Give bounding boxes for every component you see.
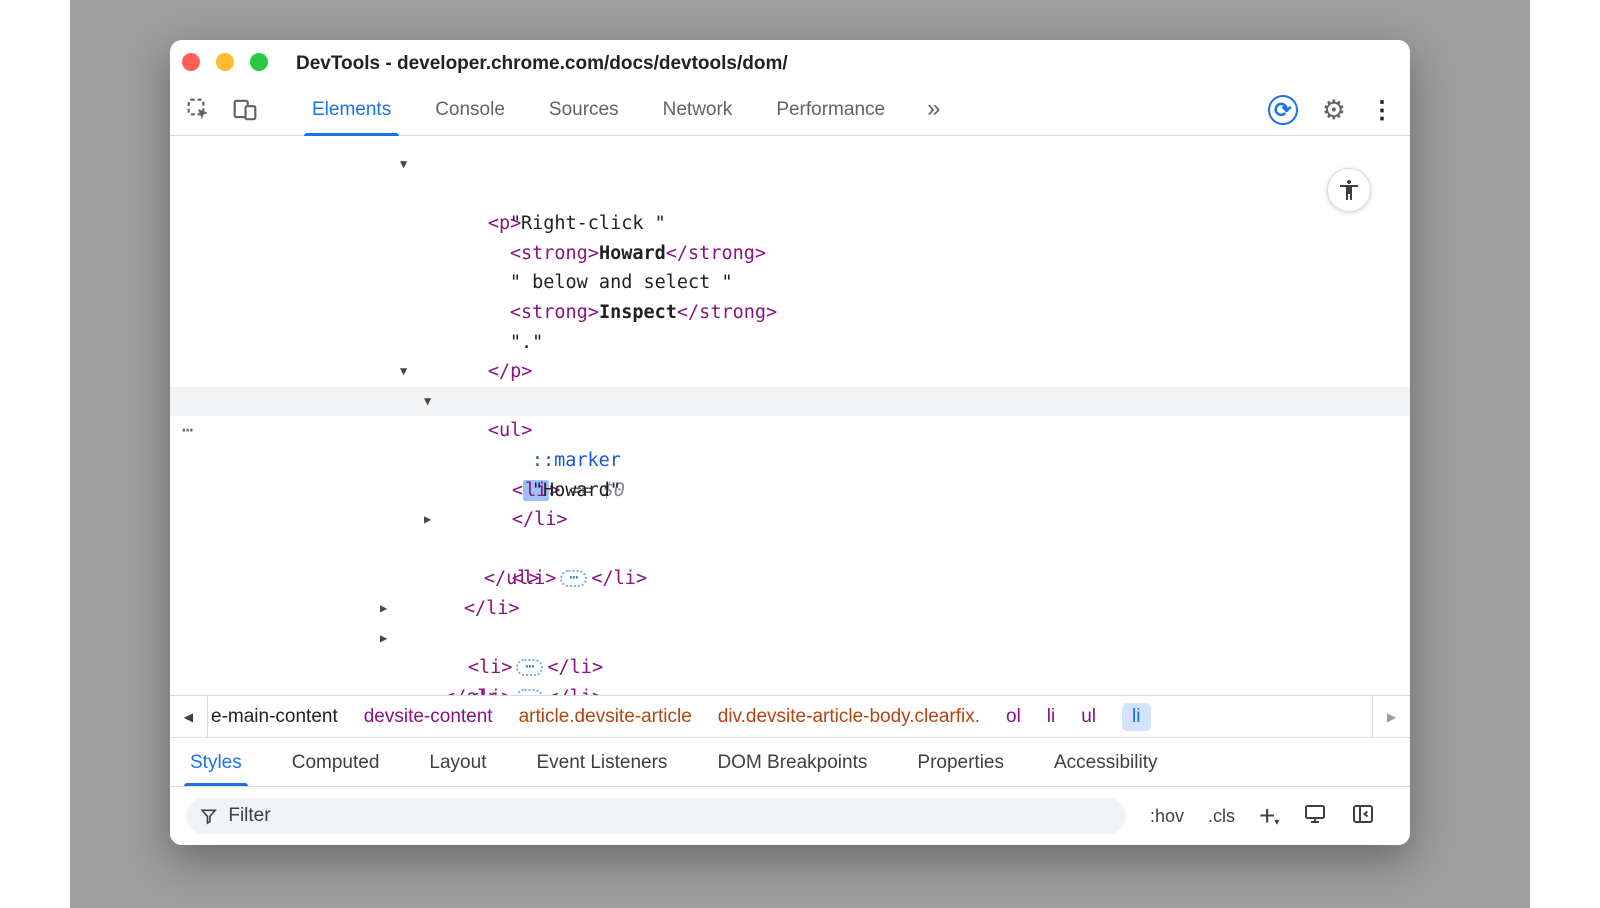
tag-token: </li> [547,687,603,695]
tab-event-listeners[interactable]: Event Listeners [534,738,669,786]
new-style-rule-button[interactable]: + ▾ [1259,804,1279,828]
inspect-element-icon[interactable] [186,97,212,123]
settings-gear-icon[interactable]: ⚙ [1322,95,1346,126]
disclosure-arrow-icon[interactable]: ▼ [400,357,407,387]
disclosure-arrow-icon[interactable]: ▶ [424,505,431,535]
tab-styles[interactable]: Styles [188,738,244,786]
tree-row-text[interactable]: "." [170,298,1410,328]
tab-network-label: Network [663,99,733,120]
tab-layout[interactable]: Layout [427,738,488,786]
breadcrumb-item[interactable]: li [1047,706,1055,728]
breadcrumb-item[interactable]: e-main-content [211,706,338,728]
tag-token: </ol> [444,687,500,695]
breadcrumb-item[interactable]: ul [1081,706,1096,728]
devtools-toolbar: Elements Console Sources Network Perform… [170,84,1410,136]
styles-filter-bar: :hov .cls + ▾ [170,786,1410,845]
accessibility-fab-button[interactable] [1327,168,1371,212]
tree-row-collapsed-li[interactable]: ▶ <li>⋯</li> [170,505,1410,535]
tree-row-ul-close[interactable]: </ul> [170,535,1410,565]
toggle-sidebar-icon[interactable] [1351,802,1375,831]
monitor-icon[interactable] [1303,802,1327,831]
tree-row-ul-open[interactable]: ▼ <ul> [170,357,1410,387]
tree-row-text[interactable]: " below and select " [170,239,1410,269]
breadcrumb-item-selected[interactable]: li [1122,703,1150,731]
element-classes-button[interactable]: .cls [1208,806,1235,827]
tree-row-marker[interactable]: ::marker [170,416,1410,446]
breadcrumb-list: e-main-content devsite-content article.d… [208,703,1372,731]
disclosure-arrow-icon[interactable]: ▶ [380,624,387,654]
tree-row-p-open[interactable]: ▼ <p> [170,150,1410,180]
caret-down-icon: ▾ [1274,817,1279,828]
tree-row-strong-inspect[interactable]: <strong>Inspect</strong> [170,268,1410,298]
breadcrumb-item[interactable]: div.devsite-article-body.clearfix. [718,706,980,728]
tree-row-ol-close[interactable]: </ol> [170,653,1410,683]
tree-row-collapsed-li[interactable]: ▶ <li>⋯</li> [170,624,1410,654]
breadcrumb-scroll-left-button[interactable]: ◀ [170,696,208,737]
tree-row-li-close[interactable]: </li> [170,564,1410,594]
tree-row-clipped[interactable]: ::marker [170,136,1410,150]
window-title: DevTools - developer.chrome.com/docs/dev… [296,40,788,84]
tab-accessibility[interactable]: Accessibility [1052,738,1159,786]
tree-row-strong-howard[interactable]: <strong>Howard</strong> [170,209,1410,239]
breadcrumb-item[interactable]: devsite-content [364,706,493,728]
tab-styles-label: Styles [190,752,242,773]
tab-performance-label: Performance [776,99,885,120]
tab-properties-label: Properties [917,752,1004,773]
tab-network[interactable]: Network [661,84,735,136]
tab-sources[interactable]: Sources [547,84,621,136]
tab-layout-label: Layout [429,752,486,773]
close-window-button[interactable] [182,53,200,71]
breadcrumb: ◀ e-main-content devsite-content article… [170,695,1410,737]
tree-row-collapsed-li[interactable]: ▶ <li>⋯</li> [170,594,1410,624]
tree-row-text[interactable]: "Howard" [170,446,1410,476]
dom-tree: ::marker ▼ <p> "Right-click " <strong>Ho… [170,136,1410,695]
tab-accessibility-label: Accessibility [1054,752,1157,773]
accessibility-person-icon [1337,178,1361,202]
toggle-element-state-button[interactable]: :hov [1150,806,1184,827]
disclosure-arrow-icon[interactable]: ▼ [424,387,431,417]
sidebar-tab-strip: Styles Computed Layout Event Listeners D… [170,737,1410,786]
maximize-window-button[interactable] [250,53,268,71]
tab-elements[interactable]: Elements [310,84,393,136]
tree-row-text[interactable]: "Right-click " [170,180,1410,210]
tab-console[interactable]: Console [433,84,507,136]
styles-pane-tools: :hov .cls + ▾ [1150,802,1375,831]
tab-console-label: Console [435,99,505,120]
tree-row-li-close[interactable]: </li> [170,476,1410,506]
plus-icon: + [1259,804,1275,828]
tree-row-selected-li[interactable]: ⋯ ▼ <li>==$0 [170,387,1410,417]
tab-dom-breakpoints[interactable]: DOM Breakpoints [715,738,869,786]
tab-performance[interactable]: Performance [774,84,887,136]
more-tabs-icon[interactable]: » [927,84,940,136]
filter-input[interactable] [228,805,1113,827]
breadcrumb-item[interactable]: ol [1006,706,1021,728]
filter-funnel-icon [199,806,218,826]
filter-field-container[interactable] [186,798,1126,834]
panel-tab-strip: Elements Console Sources Network Perform… [310,84,940,136]
tab-dom-breakpoints-label: DOM Breakpoints [717,752,867,773]
tab-computed-label: Computed [292,752,380,773]
disclosure-arrow-icon[interactable]: ▼ [400,150,407,180]
toolbar-right-controls: ⟳ ⚙ ⋮ [1268,84,1394,136]
tab-computed[interactable]: Computed [290,738,382,786]
breadcrumb-scroll-right-button[interactable]: ▶ [1372,696,1410,737]
more-options-kebab-icon[interactable]: ⋮ [1370,96,1394,125]
minimize-window-button[interactable] [216,53,234,71]
tab-sources-label: Sources [549,99,619,120]
tab-event-listeners-label: Event Listeners [536,752,667,773]
tree-row-p-close[interactable]: </p> [170,328,1410,358]
sync-icon[interactable]: ⟳ [1268,95,1298,125]
tab-elements-label: Elements [312,99,391,120]
disclosure-arrow-icon[interactable]: ▶ [380,594,387,624]
devtools-window: DevTools - developer.chrome.com/docs/dev… [170,40,1410,845]
device-toolbar-icon[interactable] [232,97,258,123]
breadcrumb-item[interactable]: article.devsite-article [519,706,692,728]
tab-properties[interactable]: Properties [915,738,1006,786]
title-bar: DevTools - developer.chrome.com/docs/dev… [170,40,1410,84]
